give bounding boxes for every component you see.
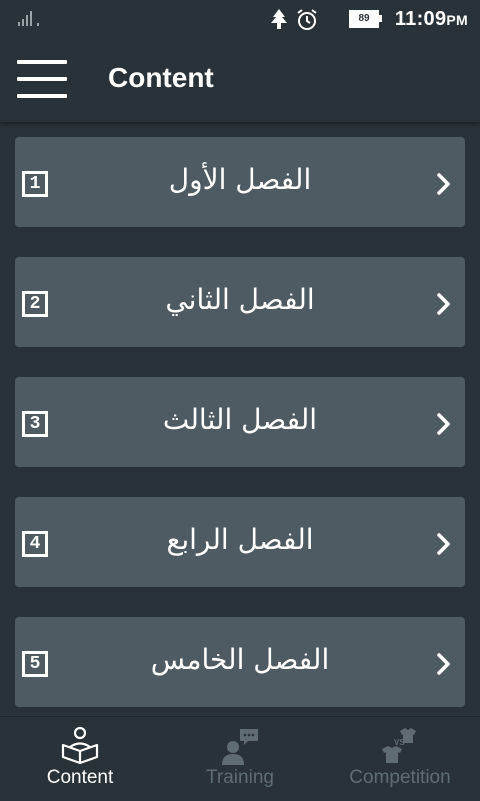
nav-label-competition: Competition — [349, 767, 451, 788]
nav-label-content: Content — [46, 767, 114, 788]
person-chat-icon — [222, 729, 258, 765]
chapter-number-badge: 5 — [22, 651, 48, 677]
nav-item-competition[interactable]: VS Competition — [320, 717, 480, 801]
tree-icon — [271, 9, 287, 29]
clock-time: 11:09 — [394, 8, 447, 30]
chevron-right-icon — [437, 293, 450, 315]
chapter-number-badge: 3 — [22, 411, 48, 437]
chapter-item-1[interactable]: 1 الفصل الأول — [15, 137, 465, 227]
versus-shirts-icon: VS — [382, 728, 416, 763]
svg-text:VS: VS — [394, 738, 405, 747]
chapter-label: الفصل الثاني — [165, 283, 315, 316]
page-title: Content — [108, 62, 214, 93]
signal-strength-icon — [18, 11, 39, 26]
chapter-number-badge: 1 — [22, 171, 48, 197]
nav-label-training: Training — [206, 767, 274, 788]
chapter-item-5[interactable]: 5 الفصل الخامس — [15, 617, 465, 707]
chevron-right-icon — [437, 173, 450, 195]
clock-suffix: PM — [446, 12, 468, 28]
chapter-label: الفصل الثالث — [162, 403, 318, 436]
chapter-item-3[interactable]: 3 الفصل الثالث — [15, 377, 465, 467]
chevron-right-icon — [437, 533, 450, 555]
chevron-right-icon — [437, 653, 450, 675]
chapter-number-badge: 4 — [22, 531, 48, 557]
hamburger-menu-icon[interactable] — [17, 60, 67, 98]
reader-book-icon — [61, 726, 99, 765]
status-clock: 11:09PM — [395, 8, 468, 31]
battery-icon: 89 — [349, 10, 383, 28]
chevron-right-icon — [437, 413, 450, 435]
chapter-number-badge: 2 — [22, 291, 48, 317]
status-bar: 89 11:09PM — [0, 0, 480, 38]
chapter-item-4[interactable]: 4 الفصل الرابع — [15, 497, 465, 587]
chapter-label: الفصل الخامس — [150, 643, 330, 676]
bottom-nav: Content Training VS Competition — [0, 716, 480, 801]
chapter-item-2[interactable]: 2 الفصل الثاني — [15, 257, 465, 347]
app-bar: Content — [0, 38, 480, 122]
alarm-clock-icon — [297, 9, 317, 30]
chapter-list: 1 الفصل الأول 2 الفصل الثاني 3 الفصل الث… — [15, 137, 465, 737]
nav-item-content[interactable]: Content — [0, 717, 160, 801]
battery-level: 89 — [349, 10, 379, 28]
nav-item-training[interactable]: Training — [160, 717, 320, 801]
chapter-label: الفصل الرابع — [166, 523, 314, 556]
chapter-label: الفصل الأول — [168, 163, 312, 196]
